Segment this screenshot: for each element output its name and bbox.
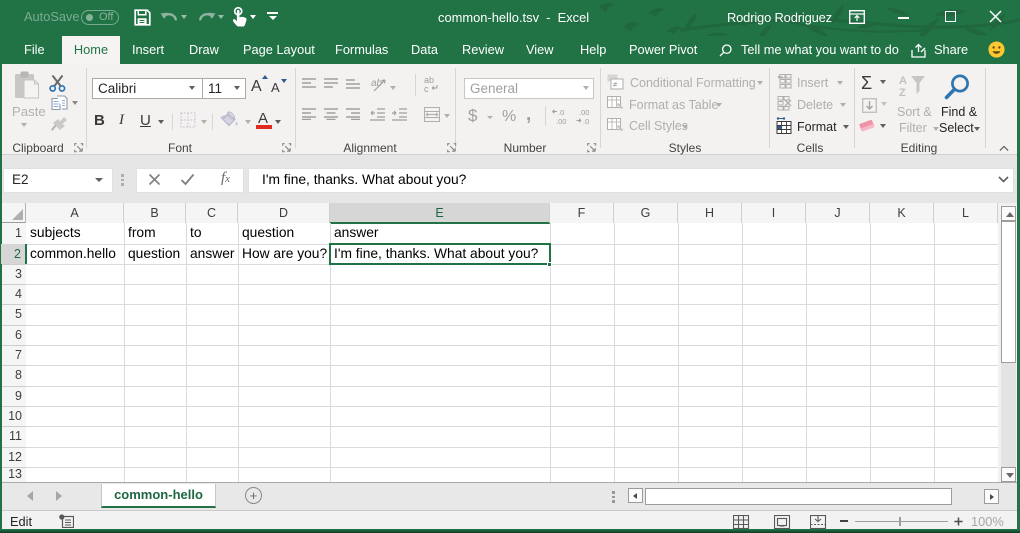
- svg-text:A: A: [899, 75, 907, 87]
- svg-text:.0: .0: [583, 117, 589, 125]
- svg-text:≠: ≠: [613, 80, 618, 89]
- svg-text:.00: .00: [556, 117, 566, 125]
- svg-text:c: c: [424, 84, 429, 93]
- svg-text:Z: Z: [899, 87, 906, 98]
- svg-text:.0: .0: [558, 108, 564, 117]
- svg-text:.00: .00: [579, 108, 589, 117]
